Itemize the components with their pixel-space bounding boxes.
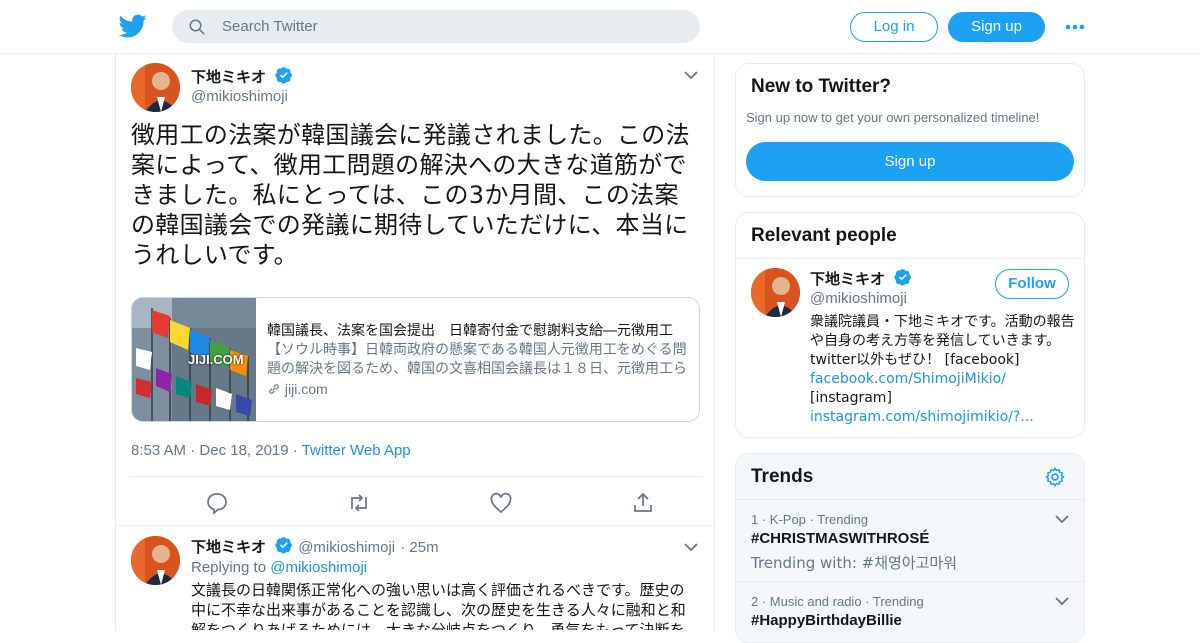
chevron-down-icon[interactable] <box>683 68 699 82</box>
module-title: New to Twitter? <box>751 76 892 97</box>
tweet-column: 下地ミキオ @mikioshimoji 徴用工の法案が韓国議会に発議されました。… <box>115 54 715 630</box>
trends-module: Trends 1 · K-Pop · Trending #CHRISTMASWI… <box>735 453 1085 643</box>
sidebar-signup-button[interactable]: Sign up <box>746 142 1074 181</box>
verified-badge-icon <box>275 537 292 554</box>
bio-link-instagram[interactable]: instagram.com/shimojimikio/?... <box>810 409 1034 425</box>
person-avatar[interactable] <box>751 268 800 317</box>
tweet-text: 徴用工の法案が韓国議会に発議されました。この法案によって、徴用工問題の解決への大… <box>131 121 690 269</box>
module-subtitle: Sign up now to get your own personalized… <box>746 110 1040 125</box>
card-description: 【ソウル時事】日韓両政府の懸案である韓国人元徴用工をめぐる問題の解決を図るため、… <box>267 342 687 377</box>
signup-button[interactable]: Sign up <box>948 12 1045 42</box>
link-icon <box>269 384 279 394</box>
top-bar: Log in Sign up <box>0 0 1200 54</box>
module-title: Trends <box>751 466 814 487</box>
login-button[interactable]: Log in <box>850 12 938 42</box>
trend-with: Trending with: #채영아고마워 <box>751 554 958 572</box>
tweet-source-link[interactable]: Twitter Web App <box>302 442 411 459</box>
tweet-date[interactable]: Dec 18, 2019 <box>199 442 288 459</box>
search-icon <box>189 19 205 35</box>
reply-author-name[interactable]: 下地ミキオ <box>191 538 266 556</box>
twitter-bird-icon[interactable] <box>118 12 148 40</box>
person-name[interactable]: 下地ミキオ <box>810 270 885 288</box>
share-icon[interactable] <box>631 491 655 515</box>
author-handle[interactable]: @mikioshimoji <box>191 88 288 105</box>
tweet-time[interactable]: 8:53 AM <box>131 442 186 459</box>
like-heart-icon[interactable] <box>489 491 513 515</box>
relevant-people-module: Relevant people 下地ミキオ @mikioshimoji Foll… <box>735 212 1085 438</box>
trend-name[interactable]: #CHRISTMASWITHROSÉ <box>751 530 929 547</box>
chevron-down-icon[interactable] <box>683 540 699 554</box>
replying-to-link[interactable]: @mikioshimoji <box>270 559 367 576</box>
search-bar[interactable] <box>172 10 700 43</box>
trend-meta: 1 · K-Pop · Trending <box>751 512 869 527</box>
chevron-down-icon[interactable] <box>1054 594 1070 608</box>
bio-link-facebook[interactable]: facebook.com/ShimojiMikio/ <box>810 371 1006 387</box>
verified-badge-icon <box>894 269 911 286</box>
reply-text: 文議長の日韓関係正常化への強い思いは高く評価されるべきです。歴史の中に不幸な出来… <box>191 581 686 630</box>
divider <box>736 258 1084 259</box>
card-image: JIJI.COM <box>132 298 256 421</box>
reply-avatar[interactable] <box>131 536 180 585</box>
replying-to: Replying to @mikioshimoji <box>191 559 368 576</box>
chevron-down-icon[interactable] <box>1054 512 1070 526</box>
trend-meta: 2 · Music and radio · Trending <box>751 594 924 609</box>
tweet-actions <box>131 476 701 526</box>
avatar-photo <box>131 536 180 585</box>
card-title[interactable]: 韓国議長、法案を国会提出 日韓寄付金で慰謝料支給―元徴用工 <box>267 320 687 340</box>
new-to-twitter-module: New to Twitter? Sign up now to get your … <box>735 63 1085 197</box>
module-title: Relevant people <box>751 225 897 246</box>
trend-name[interactable]: #HappyBirthdayBillie <box>751 612 902 629</box>
divider <box>736 499 1084 500</box>
author-name[interactable]: 下地ミキオ <box>191 68 266 86</box>
card-domain: jiji.com <box>267 381 328 397</box>
divider <box>736 581 1084 582</box>
divider <box>116 525 714 526</box>
avatar-photo <box>131 63 180 112</box>
reply-header: 下地ミキオ @mikioshimoji · 25m <box>191 537 439 556</box>
link-card[interactable]: JIJI.COM 韓国議長、法案を国会提出 日韓寄付金で慰謝料支給―元徴用工 【… <box>131 297 700 422</box>
retweet-icon[interactable] <box>347 491 371 515</box>
follow-button[interactable]: Follow <box>995 269 1069 299</box>
card-image-watermark: JIJI.COM <box>188 352 244 367</box>
more-options-icon[interactable] <box>1064 17 1086 37</box>
avatar-photo <box>751 268 800 317</box>
search-input[interactable] <box>222 10 682 43</box>
settings-gear-icon[interactable] <box>1044 466 1066 488</box>
avatar[interactable] <box>131 63 180 112</box>
reply-author-handle[interactable]: @mikioshimoji <box>298 539 395 556</box>
verified-badge-icon <box>275 67 292 84</box>
person-bio: 衆議院議員・下地ミキオです。活動の報告や自身の考え方等を発信していきます。 tw… <box>810 314 1075 425</box>
reply-age[interactable]: 25m <box>409 539 438 556</box>
reply-icon[interactable] <box>205 491 229 515</box>
person-handle[interactable]: @mikioshimoji <box>810 290 907 307</box>
tweet-meta: 8:53 AM · Dec 18, 2019 · Twitter Web App <box>131 442 411 459</box>
